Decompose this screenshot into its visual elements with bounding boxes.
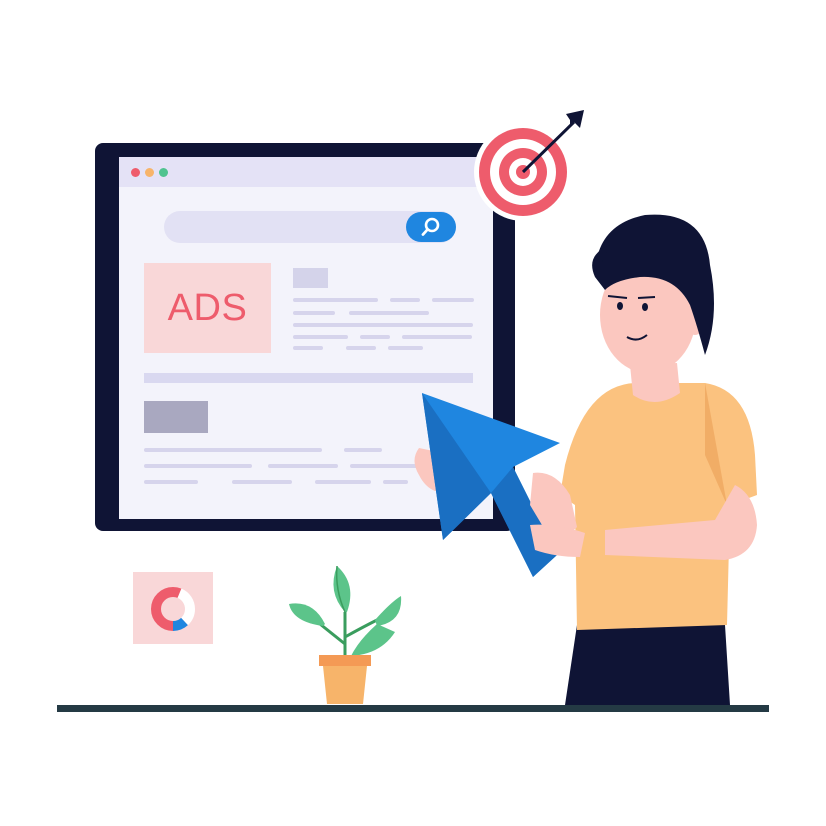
ad-banner[interactable]: ADS — [144, 263, 271, 353]
text-line-placeholder — [315, 480, 371, 484]
text-line-placeholder — [293, 298, 378, 302]
text-line-placeholder — [344, 448, 382, 452]
text-line-placeholder — [268, 464, 338, 468]
text-line-placeholder — [293, 311, 335, 315]
ad-label: ADS — [167, 286, 248, 329]
green-dot-icon — [159, 168, 168, 177]
floor-line — [57, 705, 769, 712]
text-line-placeholder — [293, 335, 348, 339]
donut-chart-icon — [151, 587, 195, 631]
person-figure — [414, 214, 757, 705]
text-line-placeholder — [232, 480, 292, 484]
text-line-placeholder — [293, 346, 323, 350]
thumbnail-placeholder — [293, 268, 328, 288]
browser-titlebar — [119, 157, 493, 187]
text-line-placeholder — [360, 335, 390, 339]
advertising-illustration: ADS — [0, 0, 826, 826]
text-line-placeholder — [144, 480, 198, 484]
yellow-dot-icon — [145, 168, 154, 177]
heading-placeholder — [144, 401, 208, 433]
text-line-placeholder — [144, 464, 252, 468]
text-line-placeholder — [144, 448, 322, 452]
text-line-placeholder — [346, 346, 376, 350]
red-dot-icon — [131, 168, 140, 177]
potted-plant-icon — [289, 565, 402, 704]
